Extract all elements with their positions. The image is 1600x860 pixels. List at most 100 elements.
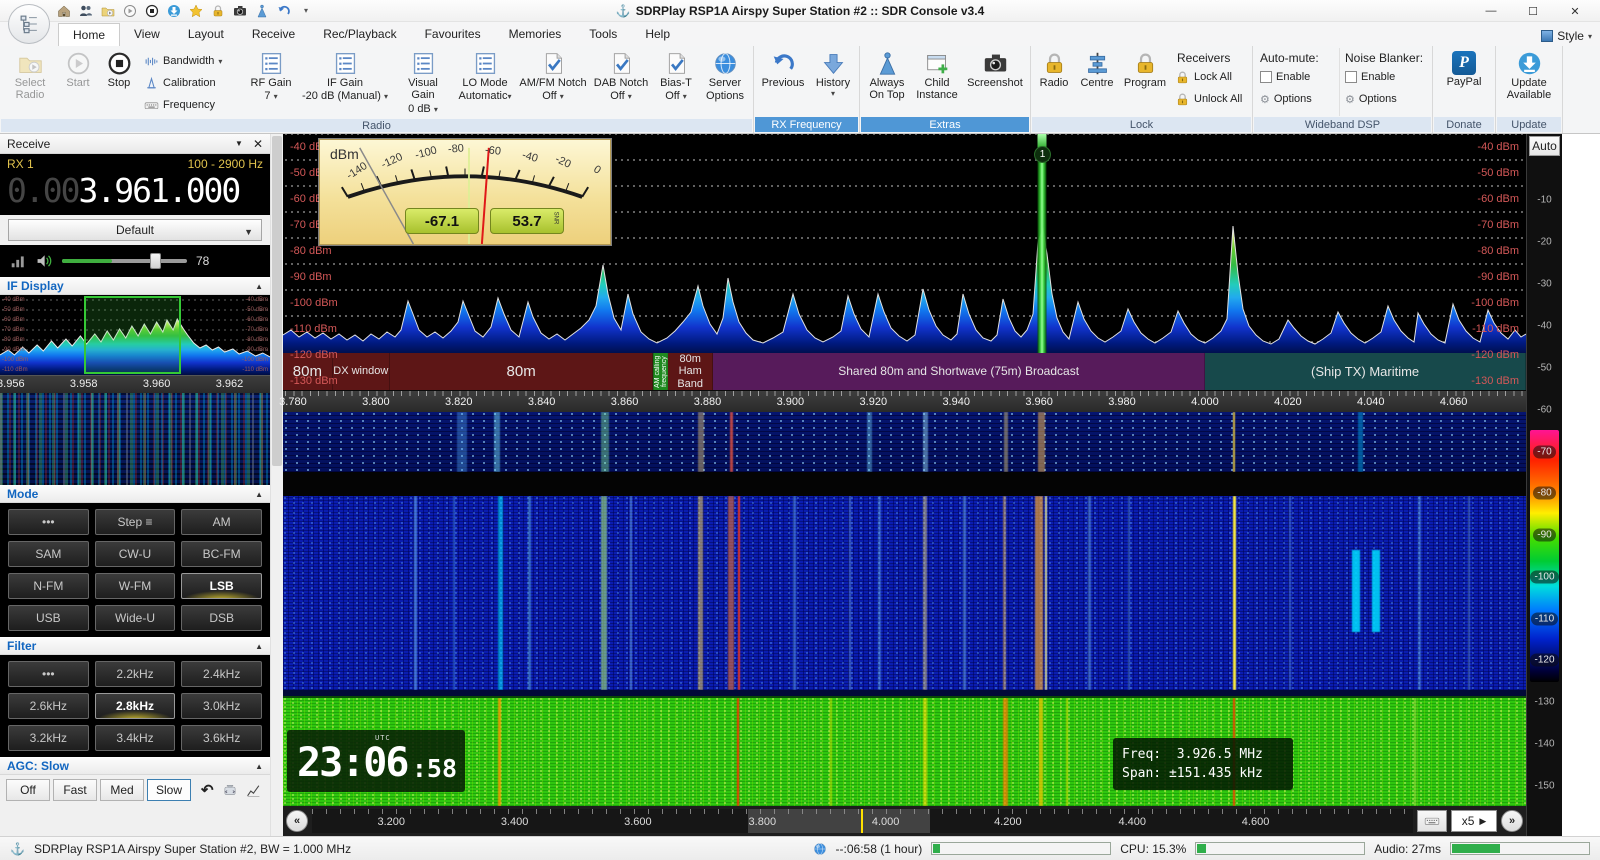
maximize-button[interactable]: ☐ <box>1512 0 1554 22</box>
spectrum-display[interactable]: -40 dBm -50 dBm -60 dBm -70 dBm -80 dBm -90 d… <box>283 134 1526 390</box>
collapse-icon[interactable]: ▲ <box>255 282 263 291</box>
ribbon-tab[interactable]: Home <box>58 23 121 46</box>
toolbar-more-icon[interactable]: ▾ <box>298 3 314 19</box>
zoom-factor-button[interactable]: x5 ▶ <box>1451 810 1497 832</box>
always-on-top-button[interactable]: Always On Top <box>863 48 911 116</box>
mode-button[interactable]: DSB <box>181 605 262 631</box>
home-icon[interactable] <box>56 3 72 19</box>
mode-button[interactable]: Wide-U <box>94 605 176 631</box>
scroll-right-button[interactable]: » <box>1501 810 1523 832</box>
ribbon-tab[interactable]: Receive <box>238 23 309 46</box>
select-radio-button[interactable]: Select Radio <box>3 48 57 118</box>
filter-button[interactable]: 2.8kHz <box>94 693 176 719</box>
filter-button[interactable]: 2.2kHz <box>94 661 176 687</box>
ribbon-tab[interactable]: Memories <box>495 23 576 46</box>
mode-button[interactable]: W-FM <box>94 573 176 599</box>
filter-button[interactable]: 3.2kHz <box>8 725 89 751</box>
amfm-notch-button[interactable]: AM/FM Notch Off ▾ <box>517 48 589 118</box>
ribbon-tab[interactable]: Rec/Playback <box>309 23 410 46</box>
ribbon-tab[interactable]: Help <box>631 23 684 46</box>
mode-button[interactable]: ••• <box>8 509 89 535</box>
agc-button[interactable]: Off <box>6 779 50 801</box>
always-on-top-icon[interactable] <box>254 3 270 19</box>
style-button[interactable]: Style ▾ <box>1541 29 1592 43</box>
favourite-star-icon[interactable] <box>188 3 204 19</box>
users-icon[interactable] <box>78 3 94 19</box>
calibration-button[interactable]: Calibration <box>144 73 240 93</box>
profile-dropdown[interactable]: Default ▼ <box>8 219 262 241</box>
ribbon-tab[interactable]: Layout <box>174 23 238 46</box>
speaker-icon[interactable] <box>35 252 53 270</box>
scroll-left-button[interactable]: « <box>286 810 308 832</box>
ribbon-tab[interactable]: Favourites <box>411 23 495 46</box>
ribbon-tab[interactable]: View <box>120 23 174 46</box>
collapse-icon[interactable]: ▲ <box>255 642 263 651</box>
if-gain-button[interactable]: IF Gain -20 dB (Manual) ▾ <box>298 48 392 118</box>
stop-button[interactable]: Stop <box>99 48 139 118</box>
panel-menu-icon[interactable]: ▼ <box>235 139 243 148</box>
folder-icon[interactable] <box>100 3 116 19</box>
previous-frequency-button[interactable]: Previous <box>757 48 809 116</box>
mode-button[interactable]: SAM <box>8 541 89 567</box>
keyboard-entry-button[interactable] <box>1417 810 1447 832</box>
lo-mode-button[interactable]: LO Mode Automatic▾ <box>454 48 516 118</box>
mode-button[interactable]: AM <box>181 509 262 535</box>
auto-mute-enable-checkbox[interactable]: Enable <box>1260 67 1335 87</box>
agc-button[interactable]: Med <box>100 779 144 801</box>
if-selection-box[interactable] <box>83 296 181 374</box>
left-panel-scrollbar[interactable] <box>270 134 283 836</box>
screenshot-camera-icon[interactable] <box>232 3 248 19</box>
mode-button[interactable]: USB <box>8 605 89 631</box>
mode-button[interactable]: LSB <box>181 573 262 599</box>
unlock-all-button[interactable]: Unlock All <box>1175 89 1245 109</box>
if-waterfall[interactable] <box>0 393 270 485</box>
ribbon-tab[interactable]: Tools <box>575 23 631 46</box>
app-menu-button[interactable] <box>8 4 50 44</box>
noise-blanker-options-button[interactable]: ⚙ Options <box>1345 89 1425 109</box>
server-options-button[interactable]: Server Options <box>700 48 750 118</box>
start-button[interactable]: Start <box>58 48 98 118</box>
waterfall-display[interactable]: UTC 23:06 :58 Freq: 3.926.5 MHz Span: ±1… <box>283 412 1526 806</box>
panel-close-icon[interactable]: ✕ <box>253 137 263 151</box>
lock-radio-button[interactable]: Radio <box>1034 48 1074 116</box>
lock-icon[interactable] <box>210 3 226 19</box>
minimize-button[interactable]: — <box>1470 0 1512 22</box>
chart-icon[interactable] <box>246 783 261 798</box>
visual-gain-button[interactable]: Visual Gain 0 dB ▾ <box>393 48 453 118</box>
mode-button[interactable]: CW-U <box>94 541 176 567</box>
collapse-icon[interactable]: ▲ <box>255 762 263 771</box>
auto-mute-options-button[interactable]: ⚙ Options <box>1260 89 1335 109</box>
filter-button[interactable]: 3.4kHz <box>94 725 176 751</box>
frequency-readout[interactable]: 0.003.961.000 <box>7 171 263 210</box>
collapse-icon[interactable]: ▲ <box>255 490 263 499</box>
rx1-tuning-marker[interactable]: 1 <box>1033 134 1051 353</box>
screenshot-button[interactable]: Screenshot <box>963 48 1027 116</box>
scrollbar-thumb[interactable] <box>272 136 282 466</box>
bandwidth-button[interactable]: Bandwidth ▾ <box>144 51 240 71</box>
volume-slider[interactable] <box>62 253 187 269</box>
update-available-button[interactable]: Update Available <box>1499 48 1559 116</box>
dab-notch-button[interactable]: DAB Notch Off ▾ <box>590 48 652 118</box>
filter-button[interactable]: 3.6kHz <box>181 725 262 751</box>
child-instance-button[interactable]: Child Instance <box>912 48 962 116</box>
squelch-icon[interactable] <box>222 782 238 798</box>
play-icon[interactable] <box>122 3 138 19</box>
slider-thumb[interactable] <box>149 253 161 269</box>
bias-t-button[interactable]: Bias-T Off ▾ <box>653 48 699 118</box>
stop-icon[interactable] <box>144 3 160 19</box>
lock-all-button[interactable]: Lock All <box>1175 67 1245 87</box>
mode-button[interactable]: Step ≡ <box>94 509 176 535</box>
mode-button[interactable]: BC-FM <box>181 541 262 567</box>
agc-button[interactable]: Slow <box>147 779 191 801</box>
noise-blanker-enable-checkbox[interactable]: Enable <box>1345 67 1425 87</box>
navigation-track[interactable]: 3.200 3.400 3.600 3.800 4.000 4.200 4.400 4.600 <box>312 809 1413 833</box>
undo-icon[interactable]: ↶ <box>201 781 214 799</box>
agc-button[interactable]: Fast <box>53 779 97 801</box>
filter-button[interactable]: 2.4kHz <box>181 661 262 687</box>
mode-button[interactable]: N-FM <box>8 573 89 599</box>
filter-button[interactable]: 3.0kHz <box>181 693 262 719</box>
equalizer-icon[interactable] <box>10 253 26 269</box>
paypal-button[interactable]: P PayPal <box>1436 48 1492 116</box>
filter-button[interactable]: 2.6kHz <box>8 693 89 719</box>
auto-range-button[interactable]: Auto <box>1529 136 1560 156</box>
